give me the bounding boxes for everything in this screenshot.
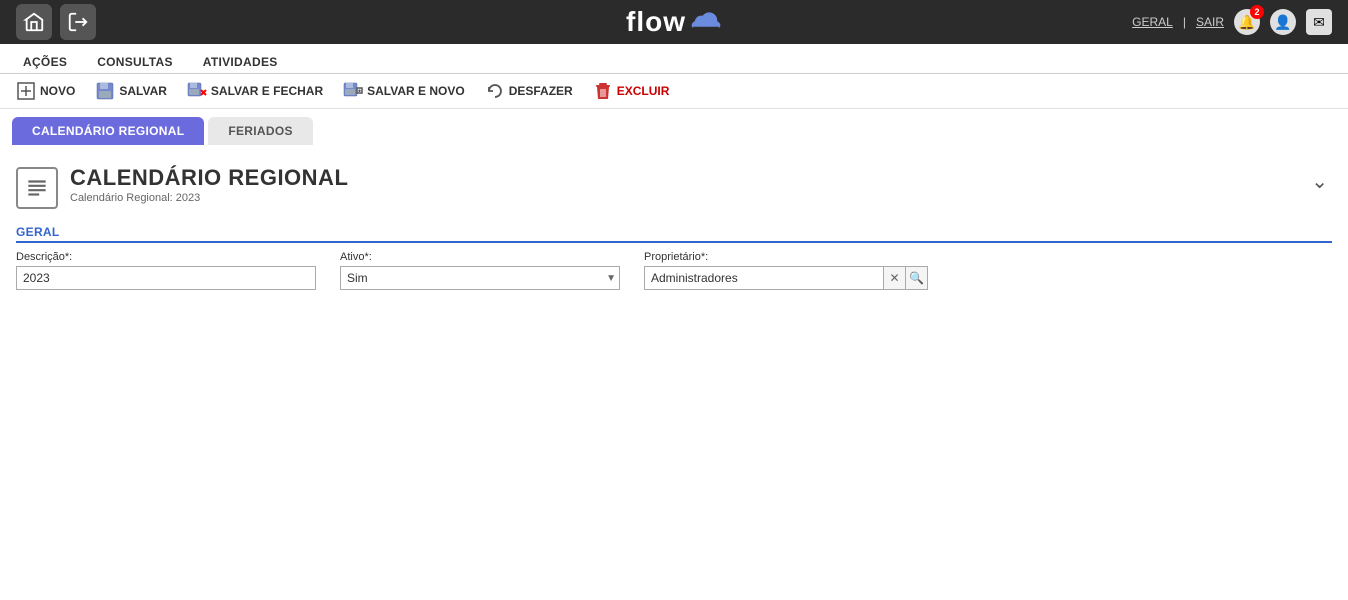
field-ativo: Ativo*: Sim Não ▼ (340, 251, 620, 290)
salvar-novo-label: SALVAR E NOVO (367, 84, 465, 98)
desfazer-label: DESFAZER (509, 84, 573, 98)
brand-name: flow (626, 6, 686, 38)
navbar-right: GERAL | SAIR 🔔 2 👤 ✉ (1132, 9, 1332, 35)
page-title-block: CALENDÁRIO REGIONAL Calendário Regional:… (70, 165, 348, 204)
navbar-left (16, 4, 96, 40)
proprietario-search-button[interactable]: 🔍 (906, 266, 928, 290)
exit-button[interactable] (60, 4, 96, 40)
salvar-label: SALVAR (119, 84, 167, 98)
novo-label: NOVO (40, 84, 75, 98)
ativo-select-wrapper: Sim Não ▼ (340, 266, 620, 290)
page-title: CALENDÁRIO REGIONAL (70, 165, 348, 191)
descricao-label: Descrição*: (16, 251, 316, 263)
page-header: CALENDÁRIO REGIONAL Calendário Regional:… (16, 157, 1332, 209)
section-geral: GERAL (16, 225, 1332, 243)
salvar-icon (95, 81, 115, 101)
notification-badge: 2 (1250, 5, 1264, 19)
nav-sep: | (1183, 15, 1186, 29)
page-header-left: CALENDÁRIO REGIONAL Calendário Regional:… (16, 165, 348, 209)
excluir-button[interactable]: EXCLUIR (585, 78, 678, 104)
page-tabs: CALENDÁRIO REGIONAL FERIADOS (0, 109, 1348, 145)
novo-icon (16, 81, 36, 101)
tab-feriados-label: FERIADOS (228, 124, 292, 138)
collapse-button[interactable]: ⌄ (1307, 165, 1332, 198)
salvar-fechar-button[interactable]: SALVAR E FECHAR (179, 78, 331, 104)
proprietario-input-group: ✕ 🔍 (644, 266, 928, 290)
content-area: CALENDÁRIO REGIONAL Calendário Regional:… (0, 145, 1348, 302)
top-navbar: flow GERAL | SAIR 🔔 2 👤 ✉ (0, 0, 1348, 44)
brand-center: flow (626, 6, 722, 38)
proprietario-label: Proprietário*: (644, 251, 928, 263)
excluir-icon (593, 81, 613, 101)
form-row-main: Descrição*: Ativo*: Sim Não ▼ Proprietár… (16, 251, 1332, 290)
field-proprietario: Proprietário*: ✕ 🔍 (644, 251, 928, 290)
salvar-novo-button[interactable]: SALVAR E NOVO (335, 78, 473, 104)
page-subtitle: Calendário Regional: 2023 (70, 192, 348, 204)
menu-tab-consultas[interactable]: CONSULTAS (82, 50, 188, 73)
page-record-icon (16, 167, 58, 209)
proprietario-input[interactable] (644, 266, 884, 290)
field-descricao: Descrição*: (16, 251, 316, 290)
excluir-label: EXCLUIR (617, 84, 670, 98)
proprietario-clear-button[interactable]: ✕ (884, 266, 906, 290)
menu-tab-atividades[interactable]: ATIVIDADES (188, 50, 293, 73)
desfazer-icon (485, 81, 505, 101)
menu-tab-acoes[interactable]: AÇÕES (8, 50, 82, 73)
salvar-button[interactable]: SALVAR (87, 78, 175, 104)
novo-button[interactable]: NOVO (8, 78, 83, 104)
tab-feriados[interactable]: FERIADOS (208, 117, 312, 145)
tab-calendario-regional[interactable]: CALENDÁRIO REGIONAL (12, 117, 204, 145)
brand-cloud-icon (690, 10, 722, 34)
home-button[interactable] (16, 4, 52, 40)
toolbar: NOVO SALVAR SALVAR E FECHAR (0, 74, 1348, 109)
salvar-fechar-label: SALVAR E FECHAR (211, 84, 323, 98)
menu-tabs: AÇÕES CONSULTAS ATIVIDADES (0, 44, 1348, 74)
ativo-select[interactable]: Sim Não (340, 266, 620, 290)
geral-link[interactable]: GERAL (1132, 15, 1173, 29)
mail-icon[interactable]: ✉ (1306, 9, 1332, 35)
desfazer-button[interactable]: DESFAZER (477, 78, 581, 104)
salvar-fechar-icon (187, 81, 207, 101)
tab-calendario-regional-label: CALENDÁRIO REGIONAL (32, 124, 184, 138)
ativo-label: Ativo*: (340, 251, 620, 263)
salvar-novo-icon (343, 81, 363, 101)
descricao-input[interactable] (16, 266, 316, 290)
sair-link[interactable]: SAIR (1196, 15, 1224, 29)
user-avatar-icon[interactable]: 👤 (1270, 9, 1296, 35)
notification-bell[interactable]: 🔔 2 (1234, 9, 1260, 35)
